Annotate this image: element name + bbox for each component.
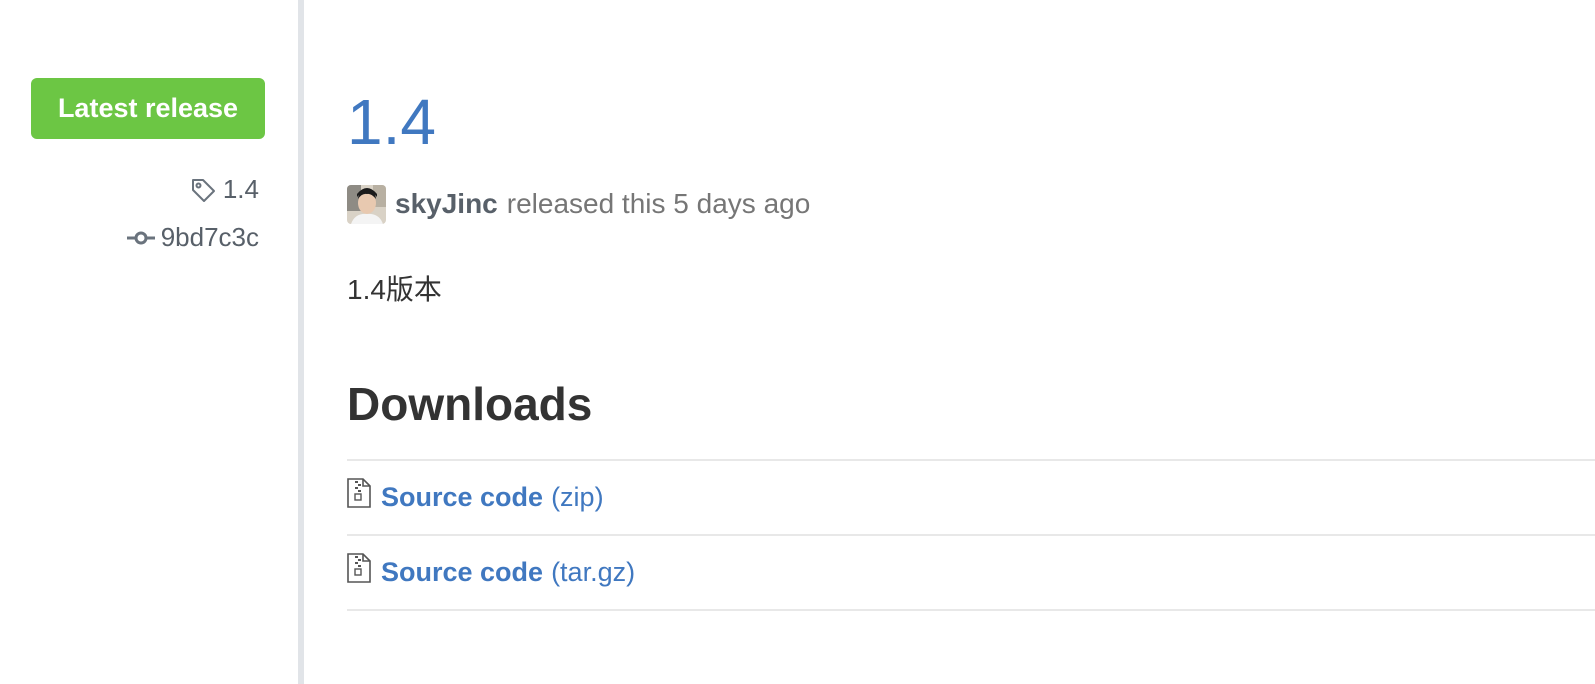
tag-link[interactable]: 1.4 — [189, 174, 259, 205]
download-format[interactable]: (zip) — [551, 482, 604, 513]
download-item-zip[interactable]: Source code (zip) — [347, 461, 1595, 536]
release-page: Latest release 1.4 9bd7c3c 1.4 skyJinc r… — [0, 0, 1595, 684]
download-name[interactable]: Source code — [381, 557, 543, 588]
release-notes: 1.4版本 — [347, 274, 442, 305]
git-commit-icon — [126, 228, 161, 248]
release-meta-sidebar: Latest release 1.4 9bd7c3c — [0, 0, 304, 684]
latest-release-badge: Latest release — [31, 78, 265, 139]
file-zip-icon — [347, 477, 381, 508]
downloads-heading: Downloads — [347, 378, 593, 430]
release-body: 1.4 skyJinc released this 5 days ago 1.4… — [347, 0, 1595, 684]
download-item-targz[interactable]: Source code (tar.gz) — [347, 536, 1595, 611]
release-timestamp-text: released this 5 days ago — [506, 188, 811, 219]
download-name[interactable]: Source code — [381, 482, 543, 513]
download-format[interactable]: (tar.gz) — [551, 557, 635, 588]
file-zip-icon — [347, 552, 381, 583]
commit-link[interactable]: 9bd7c3c — [126, 222, 259, 253]
avatar[interactable] — [347, 184, 386, 224]
release-title-link[interactable]: 1.4 — [347, 84, 436, 160]
author-link[interactable]: skyJinc — [395, 188, 498, 220]
tag-icon — [189, 176, 223, 204]
release-byline: skyJinc released this 5 days ago — [347, 184, 810, 224]
commit-sha: 9bd7c3c — [160, 222, 259, 252]
downloads-list: Source code (zip) Source code (tar.gz) — [347, 459, 1595, 611]
tag-name: 1.4 — [222, 174, 259, 204]
